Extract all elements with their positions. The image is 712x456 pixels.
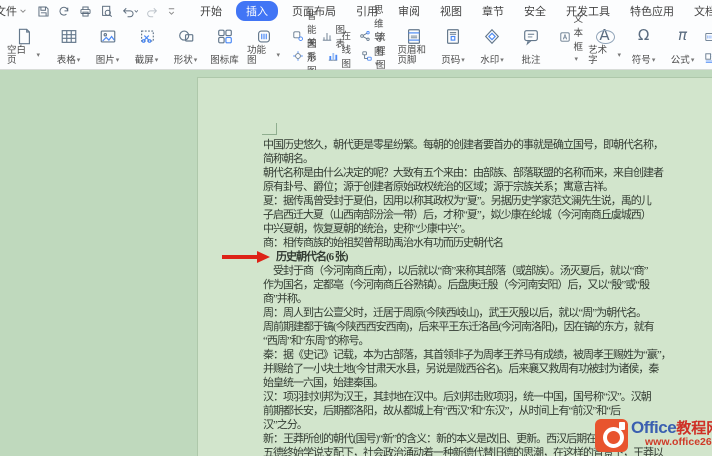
brand-url: www.office26.com <box>645 437 712 448</box>
tab-section[interactable]: 章节 <box>476 1 510 21</box>
document-page[interactable]: 中国历史悠久，朝代更是零星纷繁。每朝的创建者要首办的事就是确立国号，即朝代名称，… <box>197 77 712 456</box>
symbol-button[interactable]: Ω 符号 <box>624 23 663 68</box>
document-workspace: 中国历史悠久，朝代更是零星纷繁。每朝的创建者要首办的事就是确立国号，即朝代名称，… <box>0 70 712 456</box>
text-line: 朝代名称是由什么决定的呢？大致有五个来由：由部族、部落联盟的名称而来，来自创建者 <box>263 166 671 180</box>
file-menu-label: 文件 <box>0 3 17 19</box>
text-line: 汉：项羽封刘邦为汉王，其封地在汉中。后刘邦击败项羽，统一中国，国号称“汉”。汉朝 <box>263 390 671 404</box>
save-icon[interactable] <box>37 5 50 18</box>
undo-icon[interactable] <box>121 5 138 18</box>
icon-library-icon <box>216 27 234 46</box>
shapes-button[interactable]: 形状 <box>166 23 205 68</box>
margin-corner-mark <box>262 123 277 135</box>
function-diagram-button[interactable]: 功能图 <box>244 23 283 68</box>
menubar: 文件 <box>0 0 712 22</box>
insert-table-button[interactable]: 表格 <box>49 23 88 68</box>
text-line: 夏：据传禹曾受封于夏伯，因用以称其政权为“夏”。另据历史学家范文澜先生说，禹的儿 <box>263 194 671 208</box>
quick-access-toolbar <box>37 5 176 18</box>
text-line: 周前期建都于镐(今陕西西安西南)，后来平王东迁洛邑(今河南洛阳)，因在镐的东方，… <box>263 320 671 334</box>
tab-security[interactable]: 安全 <box>518 1 552 21</box>
icon-library-button[interactable]: 图标库 <box>205 23 244 68</box>
picture-icon <box>99 27 117 46</box>
watermark-logo: Office 教程网 www.office26.com <box>595 419 712 452</box>
text-line: 受封于商（今河南商丘南），以后就以“商”来称其部落（或部族）。汤灭夏后，就以“商… <box>263 264 671 278</box>
export-pdf-icon[interactable] <box>58 5 71 18</box>
tab-special-features[interactable]: 特色应用 <box>624 1 680 21</box>
image-caption-line: 历史朝代名(6 张) <box>276 250 671 264</box>
header-footer-icon <box>405 27 423 46</box>
drop-cap-button[interactable]: 首字下沉 <box>702 49 712 67</box>
annotation-arrow-icon <box>222 251 270 263</box>
file-menu-button[interactable]: 文件 <box>0 3 31 19</box>
table-icon <box>60 27 78 46</box>
text-line: 周：周人到古公亶父时，迁居于周原(今陕西岐山)，武王灭殷以后，就以“周”为朝代名… <box>263 306 671 320</box>
brand-name-cn: 教程网 <box>676 421 712 436</box>
watermark-button[interactable]: 水印 <box>473 23 512 68</box>
shapes-icon <box>177 27 195 46</box>
text-line: 并赐给了一小块土地(今甘肃天水县，另说是陇西谷名)。后来襄又救周有功被封为诸侯，… <box>263 362 671 376</box>
smart-graphic-icon <box>292 30 304 42</box>
watermark-icon <box>483 27 501 46</box>
redo-icon[interactable] <box>146 5 159 18</box>
online-chart-icon <box>327 50 339 62</box>
document-text: 中国历史悠久，朝代更是零星纷繁。每朝的创建者要首办的事就是确立国号，即朝代名称，… <box>263 138 671 456</box>
print-preview-icon[interactable] <box>100 5 113 18</box>
insert-picture-button[interactable]: 图片 <box>88 23 127 68</box>
formula-pi-icon: π <box>678 27 687 44</box>
screenshot-button[interactable]: 截屏 <box>127 23 166 68</box>
wordart-icon: A <box>595 27 615 44</box>
chevron-down-icon <box>19 7 27 15</box>
text-line: 商：相传商族的始祖契曾帮助禹治水有功而历史朝代名 <box>263 236 671 250</box>
text-line: 中国历史悠久，朝代更是零星纷繁。每朝的创建者要首办的事就是确立国号，即朝代名称， <box>263 138 671 152</box>
insert-number-button[interactable]: 插入数字 <box>702 28 712 46</box>
symbol-omega-icon: Ω <box>638 27 649 44</box>
office-logo-icon <box>595 419 628 452</box>
text-line: 商”并称。 <box>263 292 671 306</box>
brand-name-en: Office <box>631 419 676 436</box>
relation-diagram-button[interactable]: 关系图 <box>290 47 319 65</box>
tab-review[interactable]: 审阅 <box>392 1 426 21</box>
text-line: 中兴夏朝，恢复夏朝的统治，史称“少康中兴”。 <box>263 222 671 236</box>
comment-icon <box>522 27 540 46</box>
text-line: 前期都长安，后期都洛阳，故从都城上有“西汉”和“东汉”，从时间上有“前汉”和“后 <box>263 404 671 418</box>
page-number-button[interactable]: 页码 <box>434 23 473 68</box>
drop-cap-icon <box>704 52 712 64</box>
formula-button[interactable]: π 公式 <box>663 23 702 68</box>
text-line: “西周”和“东周”的称号。 <box>263 334 671 348</box>
header-footer-button[interactable]: 页眉和页脚 <box>395 23 434 68</box>
wordart-button[interactable]: A 艺术字 <box>585 23 624 68</box>
text-line: 原有卦号、爵位；源于创建者原始政权统治的区域；源于宗族关系；寓意吉祥。 <box>263 180 671 194</box>
comment-button[interactable]: 批注 <box>512 23 551 68</box>
relation-diagram-icon <box>292 50 304 62</box>
tab-insert[interactable]: 插入 <box>236 1 278 21</box>
text-objects-group: 文本框 A 艺术字 Ω 符号 π 公式 <box>557 23 712 68</box>
online-chart-button[interactable]: 在线图表 <box>325 47 354 65</box>
function-diagram-icon <box>255 27 273 46</box>
blank-page-icon <box>15 27 33 46</box>
tab-view[interactable]: 视图 <box>434 1 468 21</box>
textbox-icon <box>559 31 571 43</box>
tab-doc-assistant[interactable]: 文档助手 <box>688 1 712 21</box>
chart-icon <box>321 30 333 42</box>
flowchart-icon <box>361 50 373 62</box>
textbox-button[interactable]: 文本框 <box>557 28 586 46</box>
page-number-icon <box>444 27 462 46</box>
insert-ribbon: 空白页 表格 图片 截屏 形状 <box>0 22 712 70</box>
text-line: 子启西迁大夏（山西南部汾浍一带）后，才称“夏”，姒少康在纶城（今河南商丘虞城西） <box>263 208 671 222</box>
tab-home[interactable]: 开始 <box>194 1 228 21</box>
ribbon-tabs: 开始 插入 页面布局 引用 审阅 视图 章节 安全 开发工具 特色应用 文档助手 <box>190 1 712 21</box>
text-line: 始皇统一六国，始建秦国。 <box>263 376 671 390</box>
diagram-group: 智能图形 图表 思维导图 <box>289 23 389 68</box>
screenshot-icon <box>138 27 156 46</box>
wps-writer-window: 文件 <box>0 0 712 456</box>
toolbar-more-icon[interactable] <box>167 7 176 16</box>
print-icon[interactable] <box>79 5 92 18</box>
insert-number-icon <box>704 31 712 43</box>
flowchart-button[interactable]: 流程图 <box>359 47 388 65</box>
mindmap-icon <box>359 30 371 42</box>
blank-page-button[interactable]: 空白页 <box>4 23 43 68</box>
text-line: 作为国名，定都亳（今河南商丘谷熟镇）。后盘庚迁殷（今河南安阳）后，又以“殷”或“… <box>263 278 671 292</box>
text-line: 简称朝名。 <box>263 152 671 166</box>
tab-dev-tools[interactable]: 开发工具 <box>560 1 616 21</box>
text-line: 秦：据《史记》记载，本为古部落，其首领非子为周孝王养马有成绩，被周孝王赐姓为“嬴… <box>263 348 671 362</box>
